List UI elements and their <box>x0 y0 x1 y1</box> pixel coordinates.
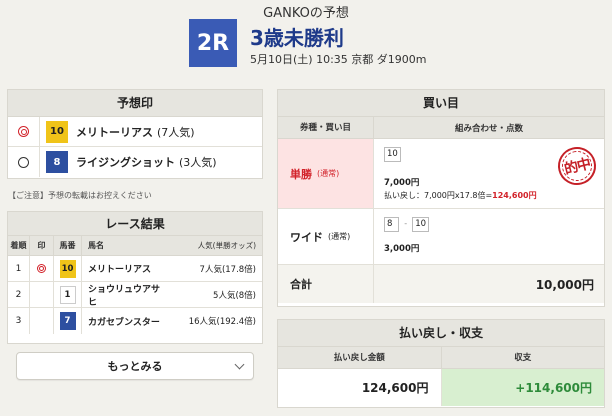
header-rank: 着順 <box>8 236 30 255</box>
double-circle-mark-icon <box>37 264 46 273</box>
header-pop: 人気(単勝オッズ) <box>197 241 256 250</box>
prediction-row[interactable]: 10 メリトーリアス (7人気) <box>8 117 262 147</box>
page-title: GANKOの予想 <box>263 6 349 21</box>
bets-title: 買い目 <box>278 90 604 117</box>
table-row[interactable]: 2 1 ショウリュウアサヒ 5人気(8倍) <box>8 282 262 308</box>
refund-line: 払い戻し：7,000円x17.8倍=124,600円 <box>384 190 594 201</box>
horse-number: 10 <box>59 259 76 278</box>
payout-title: 払い戻し・収支 <box>278 320 604 347</box>
combo-number: 10 <box>384 147 401 162</box>
bets-table-header: 券種・買い目 組み合わせ・点数 <box>278 117 604 139</box>
notice-text: 【ご注意】予想の転載はお控えください <box>8 191 152 200</box>
circle-mark-icon <box>18 156 29 168</box>
double-circle-mark-icon <box>18 126 29 137</box>
more-button-label: もっとみる <box>107 360 163 373</box>
prediction-title: 予想印 <box>8 90 262 117</box>
horse-name: メリトーリアス <box>76 125 153 139</box>
horse-name: メリトーリアス <box>88 265 152 275</box>
horse-name: ライジングショット <box>76 156 175 169</box>
race-info: 5月10日(土) 10:35 京都 ダ1900m <box>250 53 427 66</box>
bet-amount: 3,000円 <box>384 244 420 254</box>
total-row: 合計 10,000円 <box>278 265 604 303</box>
horse-popularity: 7人気(17.8倍) <box>199 264 256 275</box>
prediction-row[interactable]: 8 ライジングショット (3人気) <box>8 147 262 177</box>
more-button[interactable]: もっとみる <box>16 352 254 380</box>
header-num: 馬番 <box>54 236 82 255</box>
horse-popularity: 5人気(8倍) <box>213 290 256 301</box>
rank-cell: 2 <box>8 282 30 307</box>
race-number-badge: 2R <box>189 19 237 67</box>
horse-popularity: (3人気) <box>179 156 217 169</box>
horse-name: カガセブンスター <box>88 317 160 328</box>
payout-table-header: 払い戻し金額 収支 <box>278 347 604 369</box>
combo-number: 10 <box>412 217 430 232</box>
header-name: 馬名 <box>88 241 104 250</box>
combo-separator: - <box>404 219 408 228</box>
header-combo: 組み合わせ・点数 <box>454 123 523 134</box>
prediction-panel: 予想印 10 メリトーリアス (7人気) 8 ライジングショット (3人気) <box>7 89 263 179</box>
rank-cell: 1 <box>8 256 30 281</box>
horse-number: 10 <box>46 120 68 143</box>
bet-row-wide[interactable]: ワイド (通常) 8 - 10 3,000円 <box>278 209 604 265</box>
chevron-down-icon <box>234 359 245 370</box>
total-label: 合計 <box>278 265 374 303</box>
bet-type-label: 単勝 <box>290 167 312 181</box>
horse-name: ショウリュウアサヒ <box>88 284 161 308</box>
horse-number: 8 <box>46 151 68 173</box>
bet-type-sub: (通常) <box>328 232 351 241</box>
refund-label: 払い戻し：7,000円x17.8倍= <box>384 191 493 200</box>
bet-type-label: ワイド <box>290 230 323 244</box>
bets-panel: 買い目 券種・買い目 組み合わせ・点数 単勝 (通常) 10 7,000円 払い… <box>277 89 605 307</box>
bet-type-sub: (通常) <box>317 169 340 178</box>
race-name[interactable]: 3歳未勝利 <box>250 22 344 51</box>
total-value: 10,000円 <box>535 277 594 292</box>
combo-number: 8 <box>384 217 399 232</box>
payout-panel: 払い戻し・収支 払い戻し金額 収支 124,600円 +114,600円 <box>277 319 605 408</box>
result-table-header: 着順 印 馬番 馬名 人気(単勝オッズ) <box>8 236 262 256</box>
stamp-label: 的中 <box>562 156 592 178</box>
horse-number: 7 <box>59 312 76 330</box>
horse-number: 1 <box>59 285 76 304</box>
refund-amount: 124,600円 <box>278 369 442 406</box>
header-bet-type: 券種・買い目 <box>278 117 374 138</box>
table-row[interactable]: 3 7 カガセブンスター 16人気(192.4倍) <box>8 308 262 334</box>
header-balance: 収支 <box>514 353 532 363</box>
horse-popularity: 16人気(192.4倍) <box>188 317 256 327</box>
rank-cell: 3 <box>8 308 30 334</box>
bet-row-win[interactable]: 単勝 (通常) 10 7,000円 払い戻し：7,000円x17.8倍=124,… <box>278 139 604 209</box>
balance-amount: +114,600円 <box>441 369 604 406</box>
refund-value: 124,600円 <box>492 191 537 200</box>
result-title: レース結果 <box>8 212 262 236</box>
header-mark: 印 <box>30 236 54 255</box>
horse-popularity: (7人気) <box>157 125 195 139</box>
payout-values: 124,600円 +114,600円 <box>278 369 604 406</box>
race-result-panel: レース結果 着順 印 馬番 馬名 人気(単勝オッズ) 1 10 メリトーリアス … <box>7 211 263 344</box>
header-refund: 払い戻し金額 <box>278 347 442 368</box>
table-row[interactable]: 1 10 メリトーリアス 7人気(17.8倍) <box>8 256 262 282</box>
